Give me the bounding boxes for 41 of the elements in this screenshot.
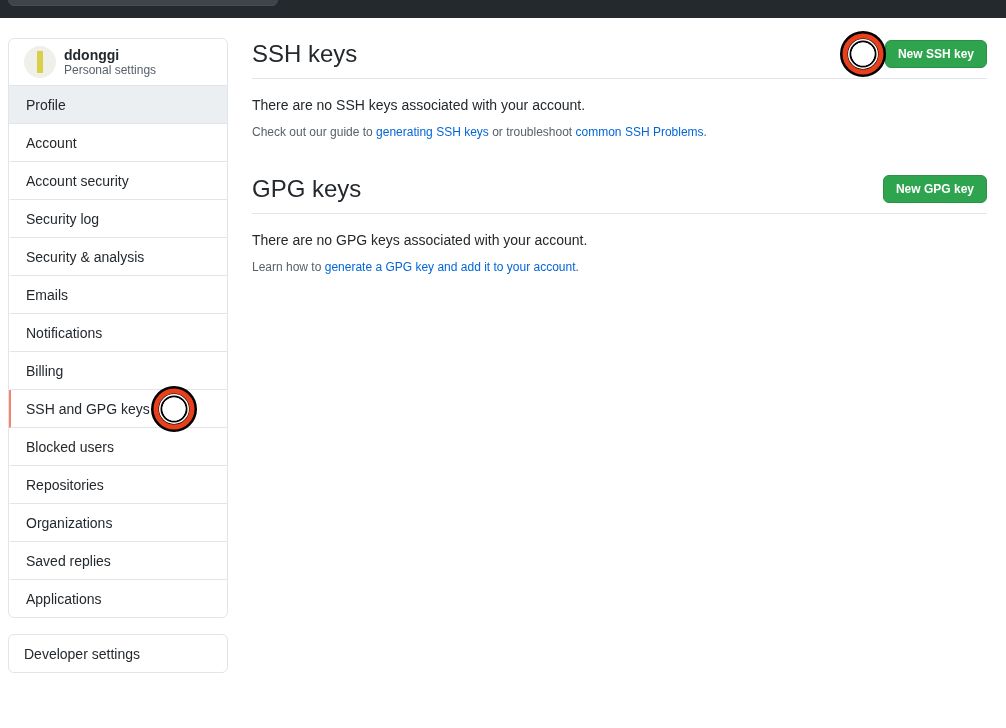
help-link[interactable]: common SSH Problems [575, 125, 704, 139]
developer-settings-link[interactable]: Developer settings [8, 634, 228, 673]
help-text: Check out our guide to generating SSH keys or troubleshoot common SSH Problems. [252, 125, 708, 139]
menu-item[interactable]: Saved replies [9, 542, 227, 580]
menu-item-label: Security & analysis [26, 248, 145, 265]
username: ddonggi [64, 47, 121, 63]
menu-item-label: Profile [26, 96, 66, 113]
empty-message: There are no GPG keys associated with your account. [252, 232, 589, 248]
menu-item[interactable]: Notifications [9, 314, 227, 352]
subtitle: Personal settings [64, 63, 157, 77]
menu-item-label: Emails [26, 286, 68, 303]
menu-item[interactable]: Account security [9, 162, 227, 200]
menu-item-label: SSH and GPG keys [26, 400, 150, 417]
menu-item[interactable]: Repositories [9, 466, 227, 504]
menu-item-label: Saved replies [26, 552, 111, 569]
section-title: SSH keys [252, 39, 358, 69]
menu-item[interactable]: Profile [9, 86, 227, 124]
menu-item[interactable]: SSH and GPG keys [9, 390, 227, 428]
section-title: GPG keys [252, 174, 362, 204]
menu-item-label: Applications [26, 590, 102, 607]
help-link[interactable]: generate a GPG key and add it to your account [324, 260, 576, 274]
menu-item[interactable]: Organizations [9, 504, 227, 542]
menu-item[interactable]: Applications [9, 580, 227, 617]
menu-item-label: Billing [26, 362, 64, 379]
menu-item-label: Notifications [26, 324, 103, 341]
menu-item-label: Account security [26, 172, 129, 189]
menu-item[interactable]: Emails [9, 276, 227, 314]
menu-item[interactable]: Blocked users [9, 428, 227, 466]
menu-item-label: Account [26, 134, 77, 151]
menu-item[interactable]: Billing [9, 352, 227, 390]
empty-message: There are no SSH keys associated with your account. [252, 97, 587, 113]
menu-item[interactable]: Security & analysis [9, 238, 227, 276]
avatar-icon [24, 46, 56, 78]
menu-item-label: Repositories [26, 476, 104, 493]
menu-item[interactable]: Security log [9, 200, 227, 238]
menu-item-label: Blocked users [26, 438, 114, 455]
menu-item-label: Organizations [26, 514, 113, 531]
help-link[interactable]: generating SSH keys [376, 125, 489, 139]
menu-item[interactable]: Account [9, 124, 227, 162]
menu-item-label: Security log [26, 210, 100, 227]
help-text: Learn how to generate a GPG key and add it to your account. [252, 260, 580, 274]
